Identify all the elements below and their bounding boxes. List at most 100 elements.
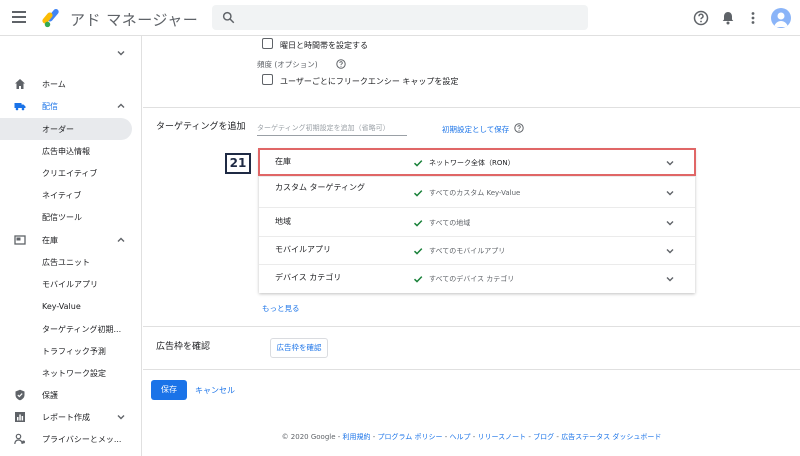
sidebar-item-label: ネイティブ [42, 191, 82, 200]
chevron-down-icon [666, 221, 674, 226]
targeting-row-name: 地域 [275, 217, 291, 226]
main-menu-button[interactable] [12, 11, 26, 25]
targeting-row-value: すべてのデバイス カテゴリ [429, 275, 515, 283]
targeting-row-name: デバイス カテゴリ [275, 273, 342, 282]
sidebar-item-reporting[interactable]: レポート作成 [0, 407, 142, 427]
targeting-section-title: ターゲティングを追加 [156, 122, 246, 132]
sidebar-item-label: 配信 [42, 102, 58, 111]
checkmark-icon [413, 190, 423, 197]
inventory-check-title: 広告枠を確認 [156, 342, 211, 352]
menu-icon-bar [12, 16, 26, 18]
sidebar-item-targeting-presets[interactable]: ターゲティング初期... [0, 319, 142, 339]
sidebar-item-label: プライバシーとメッ... [42, 435, 122, 444]
help-icon[interactable] [336, 59, 346, 69]
footer-link-blog[interactable]: ブログ [533, 433, 554, 441]
highlight-box [258, 148, 696, 176]
person-settings-icon [14, 433, 25, 445]
targeting-preset-placeholder: ターゲティング初期設定を追加（省略可） [257, 124, 390, 132]
sidebar-item-home[interactable]: ホーム [0, 74, 142, 94]
targeting-row-value: すべてのモバイルアプリ [429, 247, 506, 255]
targeting-row-value: すべてのカスタム Key-Value [429, 189, 521, 197]
show-more-link[interactable]: もっと見る [262, 303, 300, 314]
sidebar-item-ad-units[interactable]: 広告ユニット [0, 252, 142, 272]
person-icon [774, 12, 788, 27]
footer-copyright: © 2020 Google [281, 433, 336, 441]
shield-check-icon [15, 389, 25, 401]
sidebar-item-label: 保護 [42, 391, 58, 400]
sidebar-item-label: ネットワーク設定 [42, 369, 106, 378]
targeting-row-name: モバイルアプリ [275, 245, 331, 254]
sidebar-item-native[interactable]: ネイティブ [0, 185, 142, 205]
chevron-down-icon [666, 277, 674, 282]
main-content: 曜日と時間帯を設定する 頻度 (オプション) ユーザーごとにフリークエンシー キ… [143, 36, 800, 456]
notifications-icon[interactable] [720, 10, 736, 26]
sidebar-item-label: オーダー [42, 125, 74, 134]
targeting-row-custom[interactable]: カスタム ターゲティング すべてのカスタム Key-Value [259, 178, 695, 208]
more-vert-icon[interactable] [745, 10, 761, 26]
top-app-bar: アド マネージャー [0, 0, 800, 36]
save-as-default-link[interactable]: 初期設定として保存 [442, 124, 509, 135]
targeting-preset-input[interactable]: ターゲティング初期設定を追加（省略可） [257, 120, 407, 136]
help-icon[interactable] [693, 10, 709, 26]
targeting-row-name: カスタム ターゲティング [275, 183, 366, 192]
sidebar-item-line-items[interactable]: 広告申込情報 [0, 141, 142, 161]
section-divider [143, 326, 800, 327]
sidebar-item-mobile-apps[interactable]: モバイルアプリ [0, 274, 142, 294]
check-inventory-button[interactable]: 広告枠を確認 [270, 338, 328, 358]
chevron-up-icon [117, 103, 125, 108]
sidebar-item-network-settings[interactable]: ネットワーク設定 [0, 363, 142, 383]
footer-link-release-notes[interactable]: リリースノート [478, 433, 527, 441]
sidebar-item-label: Key-Value [42, 302, 81, 311]
sidebar-item-label: トラフィック予測 [42, 347, 106, 356]
checkmark-icon [413, 248, 423, 255]
chevron-down-icon[interactable] [116, 48, 126, 58]
sidebar-item-orders[interactable]: オーダー [0, 119, 142, 139]
cancel-button[interactable]: キャンセル [195, 385, 235, 396]
sidebar-item-protection[interactable]: 保護 [0, 385, 142, 405]
chevron-down-icon [117, 415, 125, 420]
sidebar-item-label: レポート作成 [42, 413, 90, 422]
ad-manager-logo-icon [42, 8, 59, 28]
section-divider [143, 107, 800, 108]
targeting-row-device-category[interactable]: デバイス カテゴリ すべてのデバイス カテゴリ [259, 265, 695, 293]
sidebar-item-delivery-tools[interactable]: 配信ツール [0, 207, 142, 227]
footer-link-program-policy[interactable]: プログラム ポリシー [378, 433, 443, 441]
step-number-badge: 21 [225, 153, 251, 174]
search-input[interactable] [212, 5, 588, 30]
targeting-row-mobile-apps[interactable]: モバイルアプリ すべてのモバイルアプリ [259, 237, 695, 265]
section-divider [143, 369, 800, 370]
sidebar-item-creatives[interactable]: クリエイティブ [0, 163, 142, 183]
sidebar-item-label: ホーム [42, 80, 66, 89]
inventory-icon [14, 235, 26, 245]
delivery-truck-icon [14, 103, 26, 111]
footer-link-help[interactable]: ヘルプ [450, 433, 471, 441]
app-title: アド マネージャー [70, 11, 199, 29]
sidebar-item-key-value[interactable]: Key-Value [0, 297, 142, 317]
schedule-checkbox[interactable] [262, 38, 273, 49]
sidebar-item-delivery[interactable]: 配信 [0, 96, 142, 116]
sidebar-item-label: クリエイティブ [42, 169, 98, 178]
sidebar-item-label: 在庫 [42, 236, 58, 245]
sidebar-item-traffic-forecast[interactable]: トラフィック予測 [0, 341, 142, 361]
home-icon [15, 79, 25, 89]
menu-icon-bar [12, 11, 26, 13]
chevron-up-icon [117, 237, 125, 242]
chevron-down-icon [666, 249, 674, 254]
footer-link-status-dashboard[interactable]: 広告ステータス ダッシュボード [561, 433, 661, 441]
checkmark-icon [413, 220, 423, 227]
bar-chart-icon [15, 412, 25, 422]
help-icon[interactable] [514, 123, 524, 133]
menu-icon-bar [12, 21, 26, 23]
sidebar-item-label: 広告ユニット [42, 258, 90, 267]
save-button[interactable]: 保存 [151, 380, 187, 400]
targeting-row-geography[interactable]: 地域 すべての地域 [259, 209, 695, 237]
sidebar-item-inventory[interactable]: 在庫 [0, 230, 142, 250]
sidebar-item-privacy-messaging[interactable]: プライバシーとメッ... [0, 429, 142, 449]
chevron-down-icon [666, 191, 674, 196]
footer: © 2020 Google - 利用規約 - プログラム ポリシー - ヘルプ … [143, 432, 800, 442]
frequency-cap-checkbox[interactable] [262, 74, 273, 85]
footer-link-terms[interactable]: 利用規約 [343, 433, 371, 441]
account-avatar[interactable] [771, 8, 791, 28]
sidebar-item-label: 配信ツール [42, 213, 82, 222]
sidebar-item-label: モバイルアプリ [42, 280, 98, 289]
